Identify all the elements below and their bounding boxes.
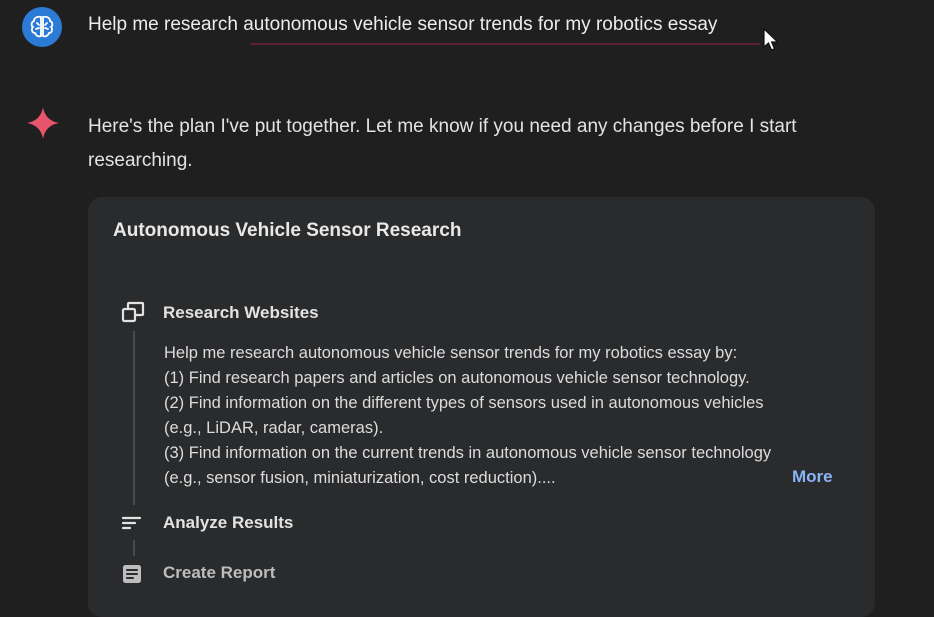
plan-title: Autonomous Vehicle Sensor Research bbox=[113, 220, 462, 241]
plan-line: (1) Find research papers and articles on… bbox=[164, 369, 750, 387]
plan-description: Help me research autonomous vehicle sens… bbox=[164, 341, 844, 491]
assistant-reply-text: Here's the plan I've put together. Let m… bbox=[88, 116, 797, 171]
brain-icon bbox=[30, 15, 54, 38]
document-icon bbox=[123, 565, 141, 583]
step-research-websites: Research Websites bbox=[163, 303, 319, 322]
plan-line: (e.g., LiDAR, radar, cameras). bbox=[164, 419, 384, 437]
mouse-cursor-icon bbox=[763, 28, 779, 51]
step-connector-line bbox=[133, 540, 135, 556]
text-underline bbox=[250, 43, 760, 45]
plan-line: (2) Find information on the different ty… bbox=[164, 394, 764, 412]
user-avatar bbox=[22, 7, 62, 47]
sort-lines-icon bbox=[121, 516, 142, 530]
step-analyze-results: Analyze Results bbox=[163, 513, 294, 532]
plan-line: (3) Find information on the current tren… bbox=[164, 444, 772, 462]
gemini-sparkle-icon bbox=[27, 107, 59, 139]
plan-line: (e.g., sensor fusion, miniaturization, c… bbox=[164, 469, 556, 487]
web-windows-icon bbox=[121, 301, 145, 323]
plan-line: Help me research autonomous vehicle sens… bbox=[164, 344, 738, 362]
research-plan-card: Autonomous Vehicle Sensor Research Resea… bbox=[88, 197, 875, 617]
more-link[interactable]: More bbox=[792, 467, 833, 487]
step-connector-line bbox=[133, 331, 135, 505]
step-create-report: Create Report bbox=[163, 563, 276, 582]
user-prompt-text: Help me research autonomous vehicle sens… bbox=[88, 14, 718, 35]
